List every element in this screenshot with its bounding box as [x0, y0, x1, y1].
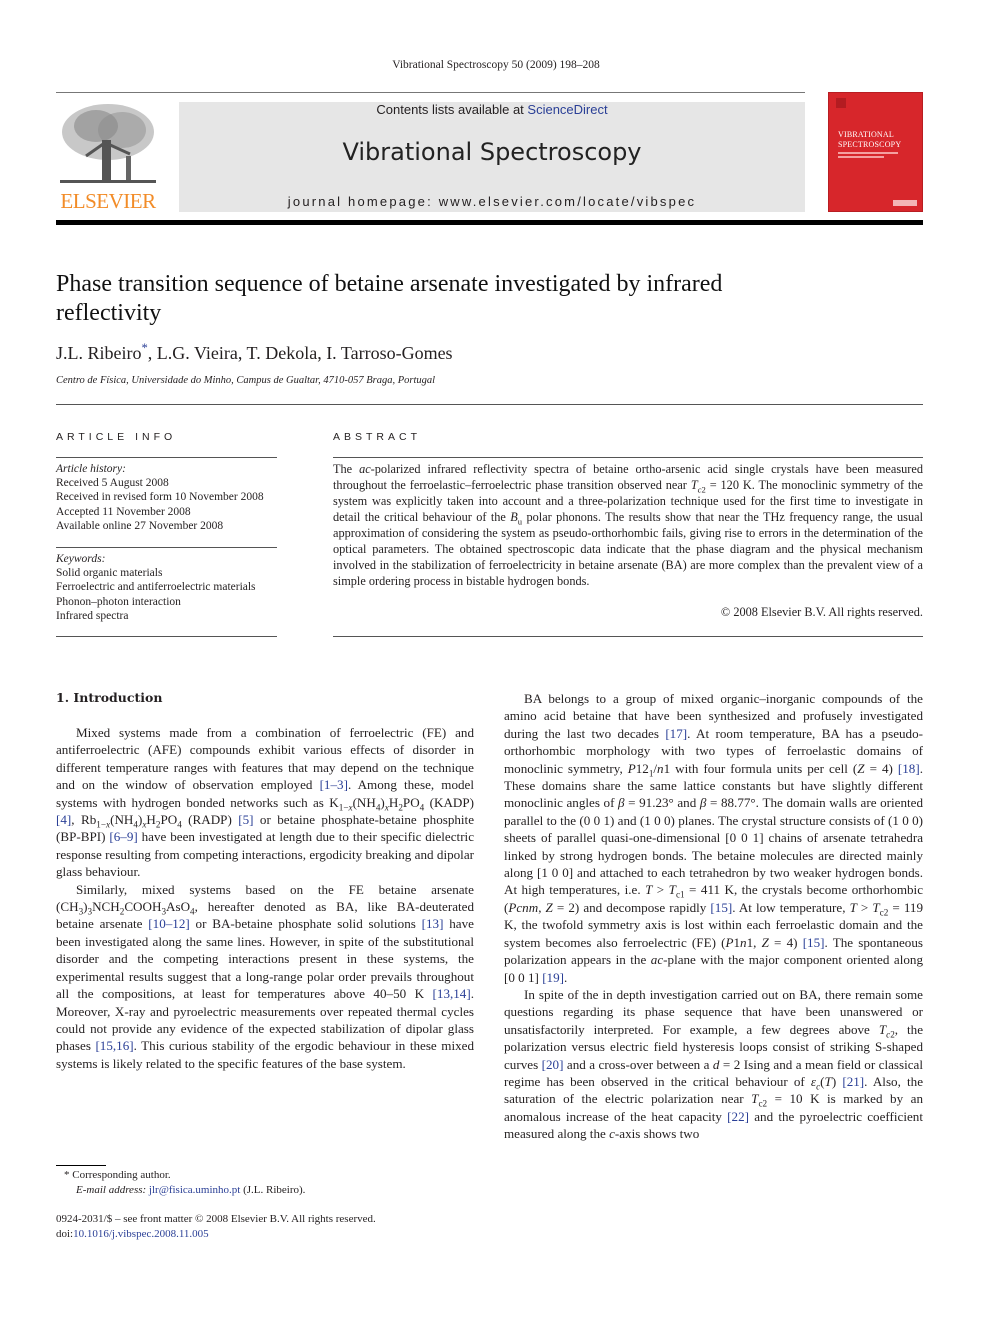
citation[interactable]: [20] [542, 1057, 564, 1072]
paragraph: In spite of the in depth investigation c… [504, 986, 924, 1142]
citation[interactable]: [15,16] [95, 1038, 133, 1053]
citation[interactable]: [15] [803, 935, 825, 950]
title-rule [56, 404, 923, 405]
author[interactable]: T. Dekola [247, 343, 318, 363]
section-heading-introduction: 1. Introduction [56, 690, 163, 705]
journal-cover[interactable]: VIBRATIONAL SPECTROSCOPY [828, 92, 923, 212]
intro-left-column: Mixed systems made from a combination of… [56, 724, 474, 1072]
doi-link[interactable]: 10.1016/j.vibspec.2008.11.005 [73, 1228, 209, 1240]
cover-sciencedirect-icon [893, 200, 917, 206]
keywords: Keywords: Solid organic materials Ferroe… [56, 552, 296, 623]
history-item: Received in revised form 10 November 200… [56, 491, 264, 504]
citation[interactable]: [1–3] [320, 777, 348, 792]
keywords-label: Keywords: [56, 553, 106, 565]
paragraph: Similarly, mixed systems based on the FE… [56, 881, 474, 1071]
history-item: Received 5 August 2008 [56, 477, 169, 490]
article-info-heading: ARTICLE INFO [56, 431, 177, 443]
running-head: Vibrational Spectroscopy 50 (2009) 198–2… [392, 59, 600, 71]
header-rule [56, 92, 805, 93]
author-list: J.L. Ribeiro*, L.G. Vieira, T. Dekola, I… [56, 341, 453, 363]
history-label: Article history: [56, 463, 126, 475]
elsevier-wordmark: ELSEVIER [60, 189, 156, 213]
corresponding-author-footnote: * Corresponding author. E-mail address: … [64, 1169, 306, 1196]
corresponding-author-mark[interactable]: * [142, 341, 148, 355]
citation[interactable]: [13,14] [433, 986, 471, 1001]
article-title: Phase transition sequence of betaine ars… [56, 271, 723, 326]
citation[interactable]: [19] [542, 970, 564, 985]
journal-title[interactable]: Vibrational Spectroscopy [179, 138, 805, 166]
footnote-rule [56, 1165, 106, 1166]
journal-homepage[interactable]: journal homepage: www.elsevier.com/locat… [179, 194, 805, 209]
author[interactable]: J.L. Ribeiro [56, 343, 142, 363]
citation[interactable]: [22] [727, 1109, 749, 1124]
history-item: Available online 27 November 2008 [56, 519, 224, 532]
header-thick-rule [56, 220, 923, 225]
abstract-bottom-rule [333, 636, 923, 637]
abstract-copyright: © 2008 Elsevier B.V. All rights reserved… [720, 605, 923, 619]
elsevier-logo[interactable]: ELSEVIER [56, 100, 160, 214]
citation[interactable]: [13] [422, 916, 444, 931]
contents-line: Contents lists available at ScienceDirec… [179, 102, 805, 117]
author[interactable]: I. Tarroso-Gomes [326, 343, 452, 363]
author[interactable]: L.G. Vieira [157, 343, 238, 363]
sciencedirect-link[interactable]: ScienceDirect [527, 102, 607, 117]
cover-subtitle-2 [838, 156, 884, 158]
paragraph: Mixed systems made from a combination of… [56, 725, 475, 880]
keyword: Phonon–photon interaction [56, 595, 181, 608]
citation[interactable]: [10–12] [148, 916, 189, 931]
front-matter: 0924-2031/$ – see front matter © 2008 El… [56, 1213, 376, 1240]
keyword: Ferroelectric and antiferroelectric mate… [56, 581, 256, 594]
abstract-rule [333, 457, 923, 458]
abstract-text: The ac-polarized infrared reflectivity s… [333, 462, 923, 588]
citation[interactable]: [18] [898, 761, 920, 776]
paragraph: BA belongs to a group of mixed organic–i… [504, 691, 924, 985]
citation[interactable]: [21] [842, 1074, 864, 1089]
article-history: Article history: Received 5 August 2008 … [56, 462, 296, 533]
citation[interactable]: [15] [710, 900, 732, 915]
email-link[interactable]: jlr@fisica.uminho.pt [149, 1184, 240, 1196]
cover-logo-icon [836, 98, 846, 108]
abstract-heading: ABSTRACT [333, 431, 422, 443]
keyword: Infrared spectra [56, 609, 129, 622]
citation[interactable]: [17] [665, 726, 687, 741]
tree-icon [60, 104, 156, 183]
contents-prefix: Contents lists available at [376, 102, 528, 117]
citation[interactable]: [4] [56, 812, 71, 827]
history-item: Accepted 11 November 2008 [56, 505, 191, 518]
intro-right-column: BA belongs to a group of mixed organic–i… [504, 690, 923, 1143]
citation[interactable]: [5] [238, 812, 253, 827]
citation[interactable]: [6–9] [109, 829, 137, 844]
cover-title: VIBRATIONAL SPECTROSCOPY [838, 130, 902, 149]
affiliation: Centro de Física, Universidade do Minho,… [56, 375, 436, 386]
keyword: Solid organic materials [56, 567, 163, 580]
info-bottom-rule [56, 636, 277, 637]
keywords-rule [56, 547, 277, 548]
cover-subtitle [838, 152, 898, 154]
article-info-rule [56, 457, 277, 458]
